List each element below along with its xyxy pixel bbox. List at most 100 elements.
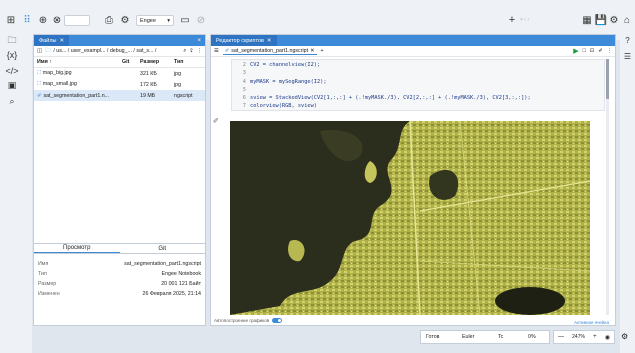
file-icon: ⛶ bbox=[37, 81, 41, 87]
info-key: Имя bbox=[38, 261, 49, 267]
water-body bbox=[495, 287, 565, 315]
col-git[interactable]: Git bbox=[122, 59, 140, 65]
code-cell[interactable]: 2 CV2 = channelview(I2); 3 4 myMASK = mySegR… bbox=[231, 59, 605, 111]
gear-icon[interactable]: ⚙ bbox=[607, 13, 621, 27]
line-number: 5 bbox=[242, 86, 246, 93]
apps-icon[interactable]: ⠿ bbox=[20, 13, 34, 27]
table-row[interactable]: ✐ sat_segmentation_part1.n... 19 МБ ngscrip… bbox=[34, 90, 205, 101]
terminal-icon[interactable]: ▣ bbox=[5, 78, 19, 92]
info-value: 20 001 121 Байт bbox=[161, 281, 201, 287]
tab-script-editor[interactable]: Редактор скриптов ✕ bbox=[211, 35, 277, 46]
counter-field[interactable] bbox=[64, 15, 90, 26]
right-rail: ? ☰ bbox=[620, 32, 635, 353]
table-icon[interactable]: ▦ bbox=[580, 13, 594, 27]
code-icon[interactable]: </> bbox=[5, 64, 19, 78]
info-row: Размер 20 001 121 Байт bbox=[34, 279, 205, 289]
table-row[interactable]: ⛶ map_big.jpg 321 КБ jpg bbox=[34, 68, 205, 79]
active-cell-label[interactable]: Активная ячейка bbox=[574, 320, 609, 325]
monitor-icon[interactable]: ▭ bbox=[178, 13, 192, 27]
file-list: ⛶ map_big.jpg 321 КБ jpg ⛶ map_small.jpg 172 К… bbox=[34, 68, 205, 101]
code-editor[interactable]: 2 CV2 = channelview(I2); 3 4 myMASK = mySegR… bbox=[232, 60, 604, 110]
zoom-in-icon[interactable]: + bbox=[593, 334, 597, 340]
upload-icon[interactable]: ⇪ bbox=[189, 48, 193, 54]
add-file-icon[interactable]: + bbox=[321, 48, 324, 54]
autoplot-toggle[interactable]: Автопостроение графиков bbox=[214, 318, 283, 323]
settings-cog-icon[interactable]: ⚙ bbox=[118, 13, 132, 27]
toggle-switch[interactable] bbox=[272, 318, 283, 323]
editor-scrollbar[interactable] bbox=[606, 59, 609, 315]
folder-icon[interactable]: 🗀 bbox=[5, 34, 19, 48]
cell-output-icon: ✐ bbox=[213, 118, 219, 125]
folder-small-icon: 🗀 bbox=[45, 47, 51, 54]
close-icon[interactable]: ✕ bbox=[59, 38, 64, 44]
link-icon[interactable]: ⊘ bbox=[194, 13, 208, 27]
close-icon[interactable]: ✕ bbox=[267, 38, 272, 44]
variables-icon[interactable]: {x} bbox=[5, 48, 19, 62]
code-line: 3 bbox=[232, 69, 604, 77]
col-name[interactable]: Имя ↑ bbox=[34, 59, 122, 65]
menu-icon[interactable]: ☰ bbox=[214, 48, 219, 54]
file-type: jpg bbox=[174, 70, 182, 77]
files-header: Имя ↑ Git Размер Тип bbox=[34, 57, 205, 68]
code-line: 5 bbox=[232, 86, 604, 94]
tab-controls[interactable]: × ‹ › bbox=[520, 17, 529, 23]
more-icon[interactable]: ⋮ bbox=[197, 48, 202, 54]
file-name: map_big.jpg bbox=[42, 70, 72, 76]
line-number: 3 bbox=[242, 70, 246, 77]
sidebar-toggle-icon[interactable]: ◫ bbox=[37, 48, 42, 54]
file-tab-label: sat_segmentation_part1.ngscript bbox=[231, 47, 309, 54]
stop-icon[interactable]: □ bbox=[583, 48, 586, 54]
files-tabbar: Файлы ✕ × bbox=[34, 35, 205, 46]
line-number: 4 bbox=[242, 78, 246, 85]
status-solver[interactable]: Euler bbox=[462, 334, 498, 340]
info-value: 26 Февраля 2025, 21:14 bbox=[142, 291, 201, 297]
add-circle-icon[interactable]: ⊕ bbox=[36, 13, 50, 27]
search-icon[interactable]: ⌕ bbox=[183, 48, 186, 55]
zoom-out-icon[interactable]: — bbox=[558, 334, 564, 340]
col-size[interactable]: Размер bbox=[140, 59, 174, 65]
close-circle-icon[interactable]: ⊗ bbox=[50, 13, 64, 27]
panel-close-icon[interactable]: × bbox=[197, 38, 205, 44]
line-text: myMASK = mySegRange(I2); bbox=[250, 78, 327, 85]
line-text: sview = StackedView(CV2[1,:,:] + (.!myMA… bbox=[250, 95, 531, 102]
search-icon[interactable]: ⌕ bbox=[5, 94, 19, 108]
info-value: sat_segmentation_part1.ngscript bbox=[124, 261, 201, 267]
info-key: Тип bbox=[38, 271, 47, 277]
zoom-level: 247% bbox=[572, 334, 585, 340]
file-info: Имя sat_segmentation_part1.ngscript Тип Eng… bbox=[34, 259, 205, 299]
tab-files[interactable]: Файлы ✕ bbox=[34, 35, 70, 46]
status-state: Готов bbox=[426, 334, 440, 340]
more-icon[interactable]: ⋮ bbox=[607, 48, 612, 54]
tab-files-label: Файлы bbox=[39, 37, 57, 44]
code-line: 6 sview = StackedView(CV2[1,:,:] + (.!myM… bbox=[232, 94, 604, 102]
help-icon[interactable]: ? bbox=[621, 34, 634, 47]
print-icon[interactable]: ⎙ bbox=[102, 13, 116, 27]
clear-icon[interactable]: ✐ bbox=[598, 48, 602, 54]
info-key: Изменен bbox=[38, 291, 60, 297]
scrollbar-thumb[interactable] bbox=[606, 59, 609, 99]
home-icon[interactable]: ⌂ bbox=[620, 13, 634, 27]
add-tab-icon[interactable]: + bbox=[505, 13, 519, 27]
file-tab[interactable]: ✐ sat_segmentation_part1.ngscript ✕ bbox=[222, 47, 317, 55]
save-icon[interactable]: 💾 bbox=[594, 13, 608, 27]
camera-icon[interactable]: ◉ bbox=[605, 334, 610, 341]
line-text: CV2 = channelview(I2); bbox=[250, 62, 321, 68]
zoom-control: — 247% + ◉ bbox=[553, 330, 615, 344]
file-size: 19 МБ bbox=[140, 92, 156, 99]
grid-menu-icon[interactable]: ⊞ bbox=[4, 13, 18, 27]
status-bar: Готов Euler Tc 0% bbox=[420, 330, 550, 344]
file-size: 321 КБ bbox=[140, 70, 157, 77]
left-rail: 🗀 {x} </> ▣ ⌕ bbox=[0, 32, 32, 353]
tab-git[interactable]: Git bbox=[120, 244, 206, 253]
col-type[interactable]: Тип bbox=[174, 59, 204, 65]
save-icon[interactable]: ⊡ bbox=[590, 48, 594, 54]
sliders-icon[interactable]: ☰ bbox=[621, 50, 634, 63]
close-icon[interactable]: ✕ bbox=[310, 48, 314, 54]
breadcrumb-path[interactable]: / us... / user_exampl... / debug_... / s… bbox=[53, 48, 180, 54]
table-row[interactable]: ⛶ map_small.jpg 172 КБ jpg bbox=[34, 79, 205, 90]
file-type: ngscript bbox=[174, 92, 193, 99]
branch-select[interactable]: Engee ▾ bbox=[136, 15, 174, 26]
settings-cog-icon[interactable]: ⚙ bbox=[621, 332, 628, 341]
run-icon[interactable]: ▶ bbox=[573, 47, 578, 55]
tab-preview[interactable]: Просмотр bbox=[34, 244, 120, 253]
